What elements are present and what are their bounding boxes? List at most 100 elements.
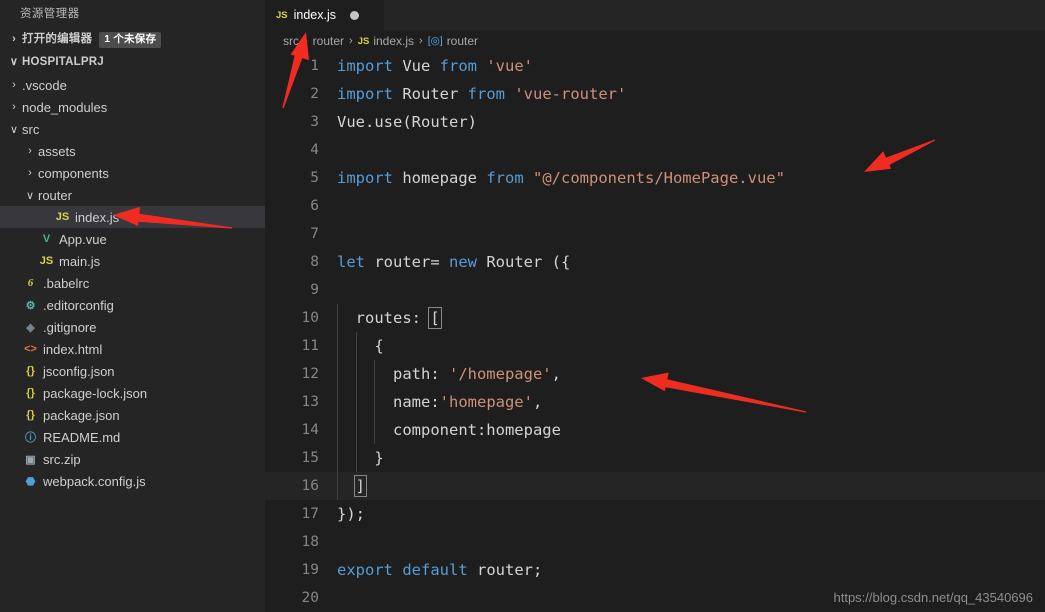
project-root-label: HOSPITALPRJ [22, 56, 104, 68]
code-line[interactable]: 10 routes: [ [265, 304, 1045, 332]
zip-file-icon: ▣ [25, 453, 36, 466]
code-line[interactable]: 8 let router= new Router ({ [265, 248, 1045, 276]
indent-guide [355, 332, 357, 360]
chevron-right-icon: › [28, 167, 32, 179]
line-number: 9 [310, 282, 319, 298]
code-line[interactable]: 2 import Router from 'vue-router' [265, 80, 1045, 108]
tree-item-main-js[interactable]: JS main.js [0, 250, 265, 272]
line-number: 13 [301, 394, 319, 410]
tree-item-src-zip[interactable]: ▣ src.zip [0, 448, 265, 470]
line-number: 15 [301, 450, 319, 466]
indent-guide [337, 388, 338, 416]
tree-item-webpack-config-js[interactable]: ⬣ webpack.config.js [0, 470, 265, 492]
code-line[interactable]: 5 import homepage from "@/components/Home… [265, 164, 1045, 192]
tree-item--vscode[interactable]: › .vscode [0, 74, 265, 96]
code-line[interactable]: 12 path: '/homepage', [265, 360, 1045, 388]
tab-label: index.js [293, 8, 337, 22]
indent-guide [355, 416, 357, 444]
code-line[interactable]: 1 import Vue from 'vue' [265, 52, 1045, 80]
breadcrumb-item-src[interactable]: src [283, 34, 299, 48]
tree-item-src[interactable]: ∨ src [0, 118, 265, 140]
code-line[interactable]: 14 component:homepage [265, 416, 1045, 444]
code-line[interactable]: 7 [265, 220, 1045, 248]
tree-item-router[interactable]: ∨ router [0, 184, 265, 206]
breadcrumb: src › router › JS index.js › [◎] router [265, 30, 1045, 52]
code-editor[interactable]: 1 import Vue from 'vue' 2 import Router fro… [265, 52, 1045, 612]
watermark-text: https://blog.csdn.net/qq_43540696 [833, 590, 1034, 605]
open-editors-section[interactable]: › 打开的编辑器 1 个未保存 [0, 28, 265, 51]
breadcrumb-item-symbol-router[interactable]: router [447, 34, 478, 48]
tree-item-package-lock-json[interactable]: {} package-lock.json [0, 382, 265, 404]
chevron-right-icon: › [12, 33, 16, 45]
line-number: 3 [310, 114, 319, 130]
js-file-icon: JS [55, 211, 70, 223]
code-line-text: import Router from 'vue-router' [337, 85, 627, 103]
code-line[interactable]: 6 [265, 192, 1045, 220]
indent-guide [374, 388, 376, 416]
tree-item-label: index.js [75, 209, 120, 225]
tree-item-label: jsconfig.json [43, 363, 115, 379]
indent-guide [355, 360, 357, 388]
line-number: 2 [310, 86, 319, 102]
indent-guide [337, 444, 338, 472]
tree-item-label: src [22, 121, 40, 137]
tree-item-readme-md[interactable]: ⓘ README.md [0, 426, 265, 448]
code-line[interactable]: 15 } [265, 444, 1045, 472]
tree-item-label: package-lock.json [43, 385, 148, 401]
tree-item-label: .editorconfig [43, 297, 114, 313]
tab-index-js[interactable]: JS index.js [265, 0, 385, 30]
chevron-right-icon: › [12, 79, 16, 91]
line-number: 5 [310, 170, 319, 186]
code-line[interactable]: 17}); [265, 500, 1045, 528]
tree-item-app-vue[interactable]: V App.vue [0, 228, 265, 250]
open-editors-label: 打开的编辑器 [22, 33, 93, 45]
code-line-text: let router= new Router ({ [337, 253, 571, 271]
code-line[interactable]: 13 name:'homepage', [265, 388, 1045, 416]
tree-item-jsconfig-json[interactable]: {} jsconfig.json [0, 360, 265, 382]
code-line[interactable]: 16 ] [265, 472, 1045, 500]
tree-item-components[interactable]: › components [0, 162, 265, 184]
indent-guide [337, 360, 338, 388]
tree-item-label: router [38, 187, 72, 203]
code-line-text: }); [337, 505, 365, 523]
tree-item-label: node_modules [22, 99, 108, 115]
code-line[interactable]: 18 [265, 528, 1045, 556]
gear-file-icon: ⚙ [25, 299, 36, 312]
project-root-section[interactable]: ∨ HOSPITALPRJ [0, 51, 265, 74]
code-line[interactable]: 9 [265, 276, 1045, 304]
code-line-text: name:'homepage', [337, 393, 543, 411]
explorer-sidebar: 资源管理器 › 打开的编辑器 1 个未保存 ∨ HOSPITALPRJ › .vs… [0, 0, 265, 612]
unsaved-dot-icon[interactable] [350, 10, 360, 20]
code-line[interactable]: 11 { [265, 332, 1045, 360]
code-line[interactable]: 3 Vue.use(Router) [265, 108, 1045, 136]
line-number: 16 [301, 478, 319, 494]
chevron-right-icon: › [28, 145, 32, 157]
tree-item-index-js[interactable]: JS index.js [0, 206, 265, 228]
tree-item-label: .vscode [22, 77, 67, 93]
code-line[interactable]: 19 export default router; [265, 556, 1045, 584]
tree-item-package-json[interactable]: {} package.json [0, 404, 265, 426]
code-line[interactable]: 4 [265, 136, 1045, 164]
tree-item-label: src.zip [43, 451, 81, 467]
webpack-file-icon: ⬣ [25, 475, 36, 488]
breadcrumb-item-router[interactable]: router [313, 34, 344, 48]
tree-item--babelrc[interactable]: 6 .babelrc [0, 272, 265, 294]
tree-item--editorconfig[interactable]: ⚙ .editorconfig [0, 294, 265, 316]
code-line-text: { [337, 337, 384, 355]
chevron-right-icon: › [419, 35, 423, 47]
vue-file-icon: V [42, 233, 51, 245]
tree-item-label: index.html [43, 341, 103, 357]
tree-item-node-modules[interactable]: › node_modules [0, 96, 265, 118]
indent-guide [337, 472, 338, 500]
tree-item-assets[interactable]: › assets [0, 140, 265, 162]
line-number: 7 [310, 226, 319, 242]
breadcrumb-item-index-js[interactable]: index.js [373, 34, 414, 48]
indent-guide [355, 388, 357, 416]
js-file-icon: JS [357, 35, 370, 47]
tree-item-label: package.json [43, 407, 120, 423]
line-number: 4 [310, 142, 319, 158]
unsaved-count-badge: 1 个未保存 [99, 31, 162, 48]
tree-item-index-html[interactable]: <> index.html [0, 338, 265, 360]
tree-item--gitignore[interactable]: ◈ .gitignore [0, 316, 265, 338]
indent-guide [374, 360, 376, 388]
